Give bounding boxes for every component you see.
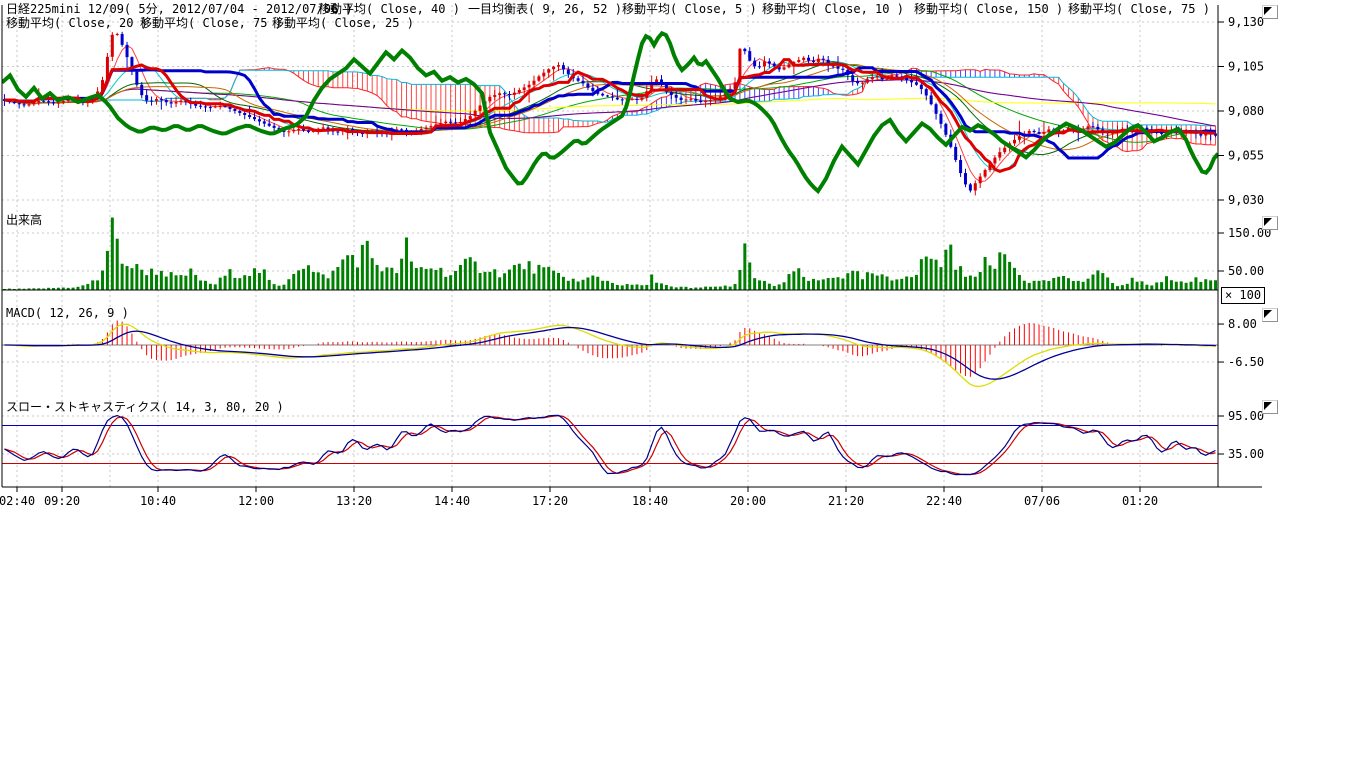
legend-item-row2-2: 移動平均( Close, 25 ) (272, 16, 414, 30)
time-axis-label-11: 07/06 (1024, 494, 1060, 508)
legend-item-row1-2: 一目均衡表( 9, 26, 52 ) (468, 2, 622, 16)
volume-multiplier-badge: × 100 (1221, 287, 1265, 304)
time-axis-label-5: 14:40 (434, 494, 470, 508)
legend-item-row1-4: 移動平均( Close, 10 ) (762, 2, 904, 16)
time-axis-label-2: 10:40 (140, 494, 176, 508)
stoch-panel (2, 415, 1218, 474)
stoch-panel-corner-button[interactable] (1262, 400, 1278, 414)
macd-panel-title: MACD( 12, 26, 9 ) (6, 306, 129, 320)
macd-axis-label-0: 8.00 (1228, 317, 1257, 331)
volume-axis-label-1: 50.00 (1228, 264, 1264, 278)
stoch-panel-title: スロー・ストキャスティクス( 14, 3, 80, 20 ) (6, 398, 284, 415)
legend-item-row2-1: 移動平均( Close, 75 ) (140, 16, 282, 30)
macd-axis-label-1: -6.50 (1228, 355, 1264, 369)
chart-window: 9,1309,1059,0809,0559,030150.0050.008.00… (0, 0, 1366, 768)
macd-panel (2, 320, 1218, 386)
price-axis-label-1: 9,105 (1228, 60, 1264, 74)
time-axis-label-7: 18:40 (632, 494, 668, 508)
legend-item-row2-0: 移動平均( Close, 20 ) (6, 16, 148, 30)
price-axis-label-4: 9,030 (1228, 193, 1264, 207)
legend-item-row1-3: 移動平均( Close, 5 ) (622, 2, 757, 16)
price-axis-label-0: 9,130 (1228, 15, 1264, 29)
legend-item-row1-0: 日経225mini 12/09( 5分, 2012/07/04 - 2012/0… (6, 2, 353, 16)
volume-panel (3, 218, 1217, 290)
time-axis-label-1: 09:20 (44, 494, 80, 508)
time-axis-label-9: 21:20 (828, 494, 864, 508)
price-panel-corner-button[interactable] (1262, 5, 1278, 19)
price-panel (2, 32, 1218, 196)
time-axis-label-12: 01:20 (1122, 494, 1158, 508)
time-axis-label-8: 20:00 (730, 494, 766, 508)
legend-item-row1-6: 移動平均( Close, 75 ) (1068, 2, 1210, 16)
time-axis-label-6: 17:20 (532, 494, 568, 508)
stoch-axis-label-0: 95.00 (1228, 409, 1264, 423)
chart-canvas[interactable]: 9,1309,1059,0809,0559,030150.0050.008.00… (0, 0, 1366, 768)
price-axis-label-3: 9,055 (1228, 149, 1264, 163)
volume-panel-corner-button[interactable] (1262, 216, 1278, 230)
legend-item-row1-1: 移動平均( Close, 40 ) (318, 2, 460, 16)
price-axis-label-2: 9,080 (1228, 104, 1264, 118)
time-axis-label-3: 12:00 (238, 494, 274, 508)
volume-panel-title: 出来高 (6, 211, 42, 228)
macd-panel-corner-button[interactable] (1262, 308, 1278, 322)
legend-item-row1-5: 移動平均( Close, 150 ) (914, 2, 1063, 16)
time-axis-label-0: 02:40 (0, 494, 35, 508)
stoch-axis-label-1: 35.00 (1228, 447, 1264, 461)
time-axis-label-4: 13:20 (336, 494, 372, 508)
time-axis-label-10: 22:40 (926, 494, 962, 508)
